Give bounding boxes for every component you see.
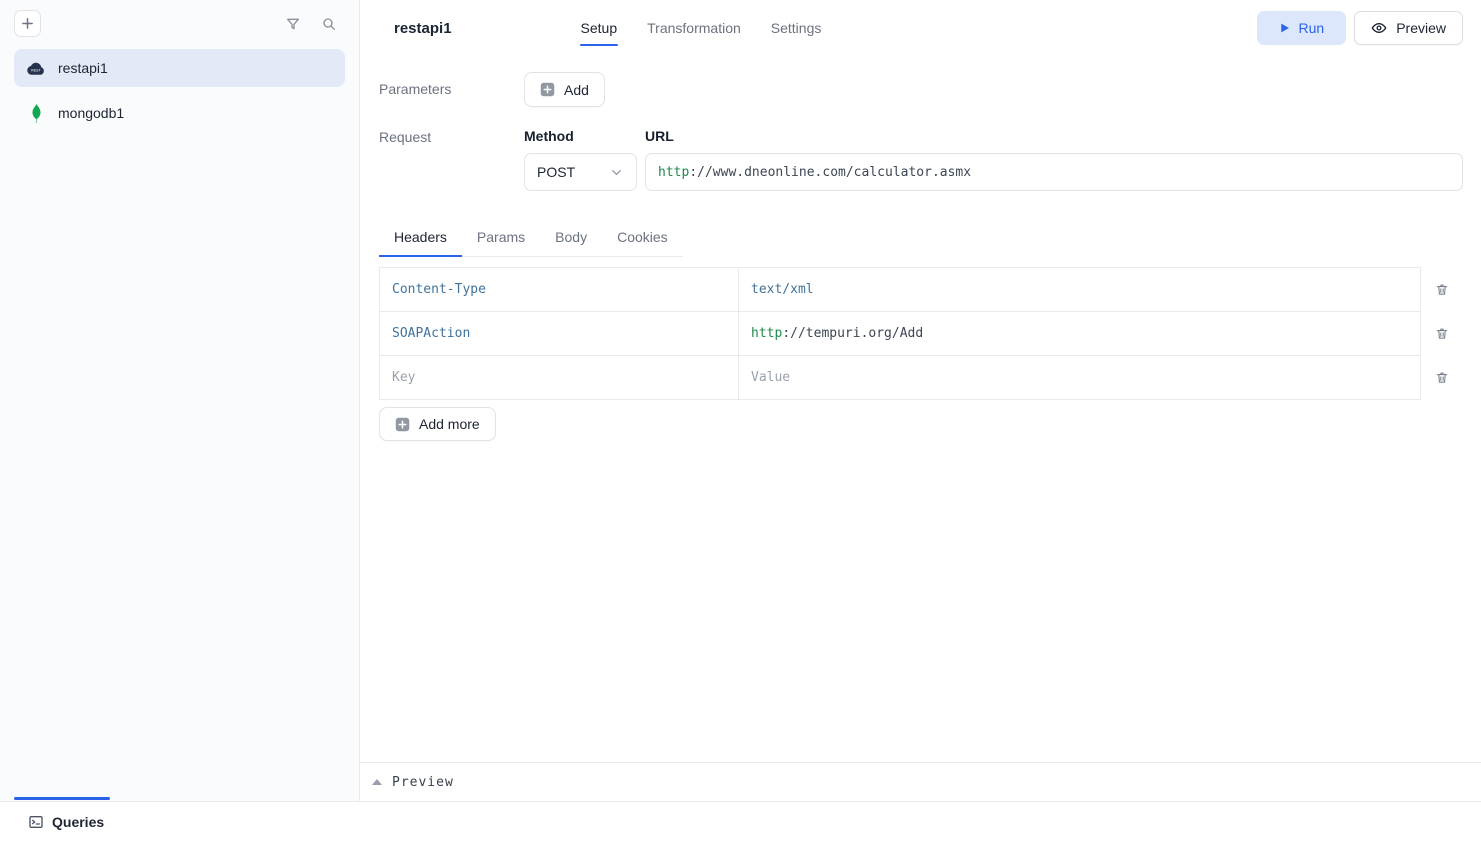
header-key-input[interactable]: SOAPAction (379, 311, 739, 356)
sidebar-item-mongodb1[interactable]: mongodb1 (14, 94, 345, 132)
editor-actions: Run Preview (1257, 0, 1463, 56)
header-key-value: SOAPAction (392, 326, 470, 341)
svg-text:REST: REST (31, 68, 41, 72)
tab-queries[interactable]: Queries (28, 814, 104, 830)
sidebar-item-label: mongodb1 (58, 105, 124, 121)
headers-table: Content-Type text/xml SOA (379, 267, 1463, 400)
tab-label: Setup (581, 20, 618, 36)
tab-label: Settings (771, 20, 822, 36)
tab-settings[interactable]: Settings (770, 0, 823, 56)
sidebar-item-restapi1[interactable]: REST restapi1 (14, 49, 345, 87)
new-query-button[interactable] (14, 10, 41, 37)
app-window: REST restapi1 mongodb1 restapi1 Setup (0, 0, 1481, 841)
query-editor: restapi1 Setup Transformation Settings (360, 0, 1481, 801)
header-key-input[interactable]: Content-Type (379, 267, 739, 312)
tab-setup[interactable]: Setup (580, 0, 619, 56)
query-list: REST restapi1 mongodb1 (0, 43, 359, 138)
url-label: URL (645, 128, 1463, 144)
plus-square-icon (395, 417, 410, 432)
method-value: POST (537, 164, 575, 180)
add-parameter-label: Add (564, 82, 589, 98)
terminal-icon (28, 814, 44, 830)
add-more-button[interactable]: Add more (379, 407, 496, 441)
editor-header: restapi1 Setup Transformation Settings (360, 0, 1481, 56)
response-preview-bar[interactable]: Preview (360, 762, 1481, 801)
sidebar-tools (285, 16, 337, 32)
table-row: Key Value (379, 355, 1463, 400)
method-label: Method (524, 128, 637, 144)
tab-label: Headers (394, 229, 447, 245)
tab-headers[interactable]: Headers (379, 219, 462, 256)
response-preview-label: Preview (392, 775, 454, 790)
request-label: Request (379, 128, 524, 191)
parameters-label: Parameters (379, 72, 524, 107)
parameters-row: Parameters Add (379, 72, 1463, 107)
tab-label: Transformation (647, 20, 741, 36)
cloud-icon: REST (26, 61, 46, 76)
eye-icon (1371, 20, 1387, 36)
trash-icon (1435, 326, 1449, 341)
search-icon[interactable] (321, 16, 337, 32)
bottom-bar: Queries (0, 801, 1481, 841)
preview-button[interactable]: Preview (1354, 11, 1463, 45)
play-icon (1279, 22, 1290, 34)
editor-tabs: Setup Transformation Settings (580, 0, 823, 56)
filter-icon[interactable] (285, 16, 301, 32)
run-button-label: Run (1299, 20, 1325, 36)
url-rest: ://www.dneonline.com/calculator.asmx (689, 165, 971, 180)
trash-icon (1435, 282, 1449, 297)
chevron-down-icon (609, 165, 624, 180)
delete-row-button[interactable] (1421, 267, 1463, 312)
add-parameter-button[interactable]: Add (524, 72, 605, 107)
header-value-input[interactable]: http://tempuri.org/Add (738, 311, 1421, 356)
preview-button-label: Preview (1396, 20, 1446, 36)
tab-label: Body (555, 229, 587, 245)
sidebar-item-label: restapi1 (58, 60, 108, 76)
add-more-label: Add more (419, 416, 480, 432)
value-placeholder: Value (751, 370, 790, 385)
queries-tab-label: Queries (52, 814, 104, 830)
delete-row-button[interactable] (1421, 311, 1463, 356)
header-value-scheme: http (751, 326, 782, 341)
run-button[interactable]: Run (1257, 11, 1347, 45)
header-value-input[interactable]: Value (738, 355, 1421, 400)
sidebar-toolbar (0, 0, 359, 43)
active-tab-indicator (14, 797, 110, 800)
delete-row-button[interactable] (1421, 355, 1463, 400)
setup-panel: Parameters Add Request Method (360, 56, 1481, 762)
tab-transformation[interactable]: Transformation (646, 0, 742, 56)
header-key-input[interactable]: Key (379, 355, 739, 400)
header-value-text: text/xml (751, 282, 814, 297)
key-placeholder: Key (392, 370, 415, 385)
url-input[interactable]: http://www.dneonline.com/calculator.asmx (645, 153, 1463, 191)
plus-square-icon (540, 82, 555, 97)
query-title: restapi1 (394, 20, 452, 37)
header-value-text: ://tempuri.org/Add (782, 326, 923, 341)
url-scheme: http (658, 165, 689, 180)
header-value-input[interactable]: text/xml (738, 267, 1421, 312)
request-config-tabs: Headers Params Body Cookies (379, 219, 683, 257)
tab-cookies[interactable]: Cookies (602, 219, 683, 256)
tab-params[interactable]: Params (462, 219, 540, 256)
method-select[interactable]: POST (524, 153, 637, 191)
tab-label: Params (477, 229, 525, 245)
trash-icon (1435, 370, 1449, 385)
method-column: Method POST (524, 128, 637, 191)
chevron-up-icon (372, 779, 382, 785)
leaf-icon (26, 103, 46, 124)
request-fields: Method POST URL http://www.dne (524, 128, 1463, 191)
tab-body[interactable]: Body (540, 219, 602, 256)
tab-label: Cookies (617, 229, 668, 245)
header-key-value: Content-Type (392, 282, 486, 297)
table-row: Content-Type text/xml (379, 267, 1463, 312)
sidebar: REST restapi1 mongodb1 (0, 0, 360, 801)
table-row: SOAPAction http://tempuri.org/Add (379, 311, 1463, 356)
plus-icon (21, 17, 34, 30)
app-main: REST restapi1 mongodb1 restapi1 Setup (0, 0, 1481, 801)
request-row: Request Method POST URL (379, 128, 1463, 191)
url-column: URL http://www.dneonline.com/calculator.… (645, 128, 1463, 191)
